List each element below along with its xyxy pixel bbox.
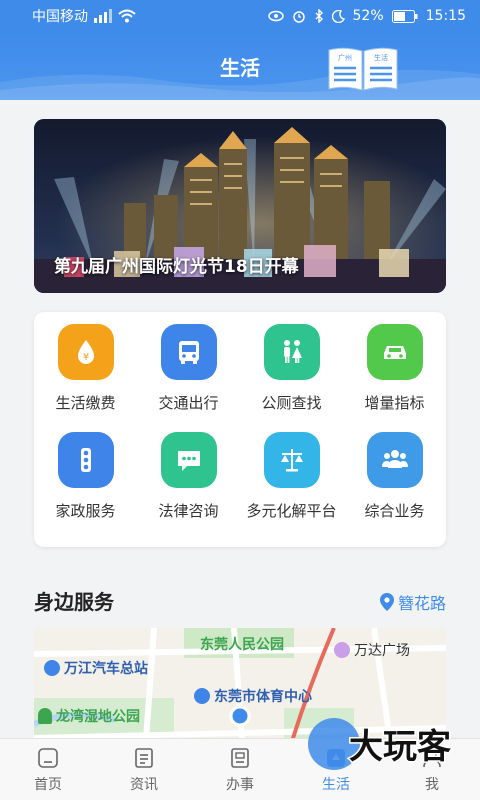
service-general-business[interactable]: 综合业务 xyxy=(343,432,446,540)
page-title: 生活 xyxy=(220,56,260,80)
nav-affairs[interactable]: 办事 xyxy=(192,739,288,800)
service-label: 家政服务 xyxy=(55,502,116,520)
chat-icon xyxy=(160,432,217,488)
news-banner[interactable]: 第九届广州国际灯光节18日开幕 xyxy=(34,119,446,293)
service-car-quota[interactable]: 增量指标 xyxy=(343,324,446,432)
status-bar: 中国移动 52% 15:15 xyxy=(0,0,480,32)
nav-label: 办事 xyxy=(226,776,254,793)
map-label-mall-text: 万达广场 xyxy=(354,643,410,659)
nav-home[interactable]: 首页 xyxy=(0,739,96,800)
park-tree-icon xyxy=(38,708,52,724)
car-icon xyxy=(366,324,423,380)
moon-icon xyxy=(331,9,345,23)
battery-icon xyxy=(391,9,418,23)
wifi-icon xyxy=(118,9,136,23)
alarm-icon xyxy=(292,11,305,23)
watermark-text: 大玩客 xyxy=(349,727,451,767)
carrier-label: 中国移动 xyxy=(32,9,88,25)
shopping-bag-icon xyxy=(334,642,350,658)
people-icon xyxy=(366,432,423,488)
service-label: 增量指标 xyxy=(364,394,425,412)
page-header: 生活 广州 生活 xyxy=(0,32,480,100)
book-left-text: 广州 xyxy=(338,53,352,62)
traffic-light-icon xyxy=(57,432,114,488)
map-label-wetland[interactable]: 龙湾湿地公园 xyxy=(38,706,140,726)
nav-news[interactable]: 资讯 xyxy=(96,739,192,800)
service-housekeeping[interactable]: 家政服务 xyxy=(34,432,137,540)
scales-icon xyxy=(263,432,320,488)
service-label: 综合业务 xyxy=(364,502,425,520)
service-toilet-finder[interactable]: 公厕查找 xyxy=(240,324,343,432)
toilet-icon xyxy=(263,324,320,380)
affairs-icon xyxy=(231,747,249,768)
stadium-icon xyxy=(194,688,210,704)
location-pin-icon xyxy=(379,593,394,611)
clock: 15:15 xyxy=(425,8,466,24)
service-label: 多元化解平台 xyxy=(246,502,337,520)
banner-caption: 第九届广州国际灯光节18日开幕 xyxy=(54,257,299,277)
map-label-bus-station-text: 万江汽车总站 xyxy=(64,661,148,677)
service-dispute-platform[interactable]: 多元化解平台 xyxy=(240,432,343,540)
nearby-services-title: 身边服务 xyxy=(34,590,114,614)
service-label: 公厕查找 xyxy=(261,394,322,412)
services-card: ¥ 生活缴费 交通出行 公厕查找 增量指标 家政服务 法律咨询 多元化解平台 综… xyxy=(34,312,446,547)
service-label: 生活缴费 xyxy=(55,394,116,412)
service-legal-consult[interactable]: 法律咨询 xyxy=(137,432,240,540)
battery-percent: 52% xyxy=(352,8,384,24)
map-label-stadium[interactable]: 东莞市体育中心 xyxy=(194,686,312,706)
signal-icon xyxy=(94,9,112,23)
bus-station-icon xyxy=(44,660,60,676)
payment-icon: ¥ xyxy=(57,324,114,380)
book-right-text: 生活 xyxy=(374,53,388,62)
home-icon xyxy=(38,747,58,768)
book-icon: 广州 生活 xyxy=(328,47,398,91)
service-label: 法律咨询 xyxy=(158,502,219,520)
map-label-stadium-text: 东莞市体育中心 xyxy=(214,689,312,705)
location-selector[interactable]: 簪花路 xyxy=(379,590,446,614)
nav-label: 首页 xyxy=(34,776,62,793)
svg-text:¥: ¥ xyxy=(82,352,88,363)
location-name: 簪花路 xyxy=(397,594,446,613)
news-icon xyxy=(135,747,153,768)
bus-icon xyxy=(160,324,217,380)
map-label-park: 东莞人民公园 xyxy=(200,637,284,653)
map-label-mall[interactable]: 万达广场 xyxy=(334,640,410,660)
eye-icon xyxy=(267,10,284,22)
service-transport[interactable]: 交通出行 xyxy=(137,324,240,432)
map-label-bus-station[interactable]: 万江汽车总站 xyxy=(44,658,148,678)
content-area[interactable]: 第九届广州国际灯光节18日开幕 ¥ 生活缴费 交通出行 公厕查找 增量指标 家政… xyxy=(0,100,480,740)
service-life-payment[interactable]: ¥ 生活缴费 xyxy=(34,324,137,432)
map-label-wetland-text: 龙湾湿地公园 xyxy=(56,709,140,725)
service-label: 交通出行 xyxy=(158,394,219,412)
watermark: 大玩客 xyxy=(306,700,466,780)
bluetooth-icon xyxy=(315,9,323,23)
nav-label: 资讯 xyxy=(130,776,158,793)
